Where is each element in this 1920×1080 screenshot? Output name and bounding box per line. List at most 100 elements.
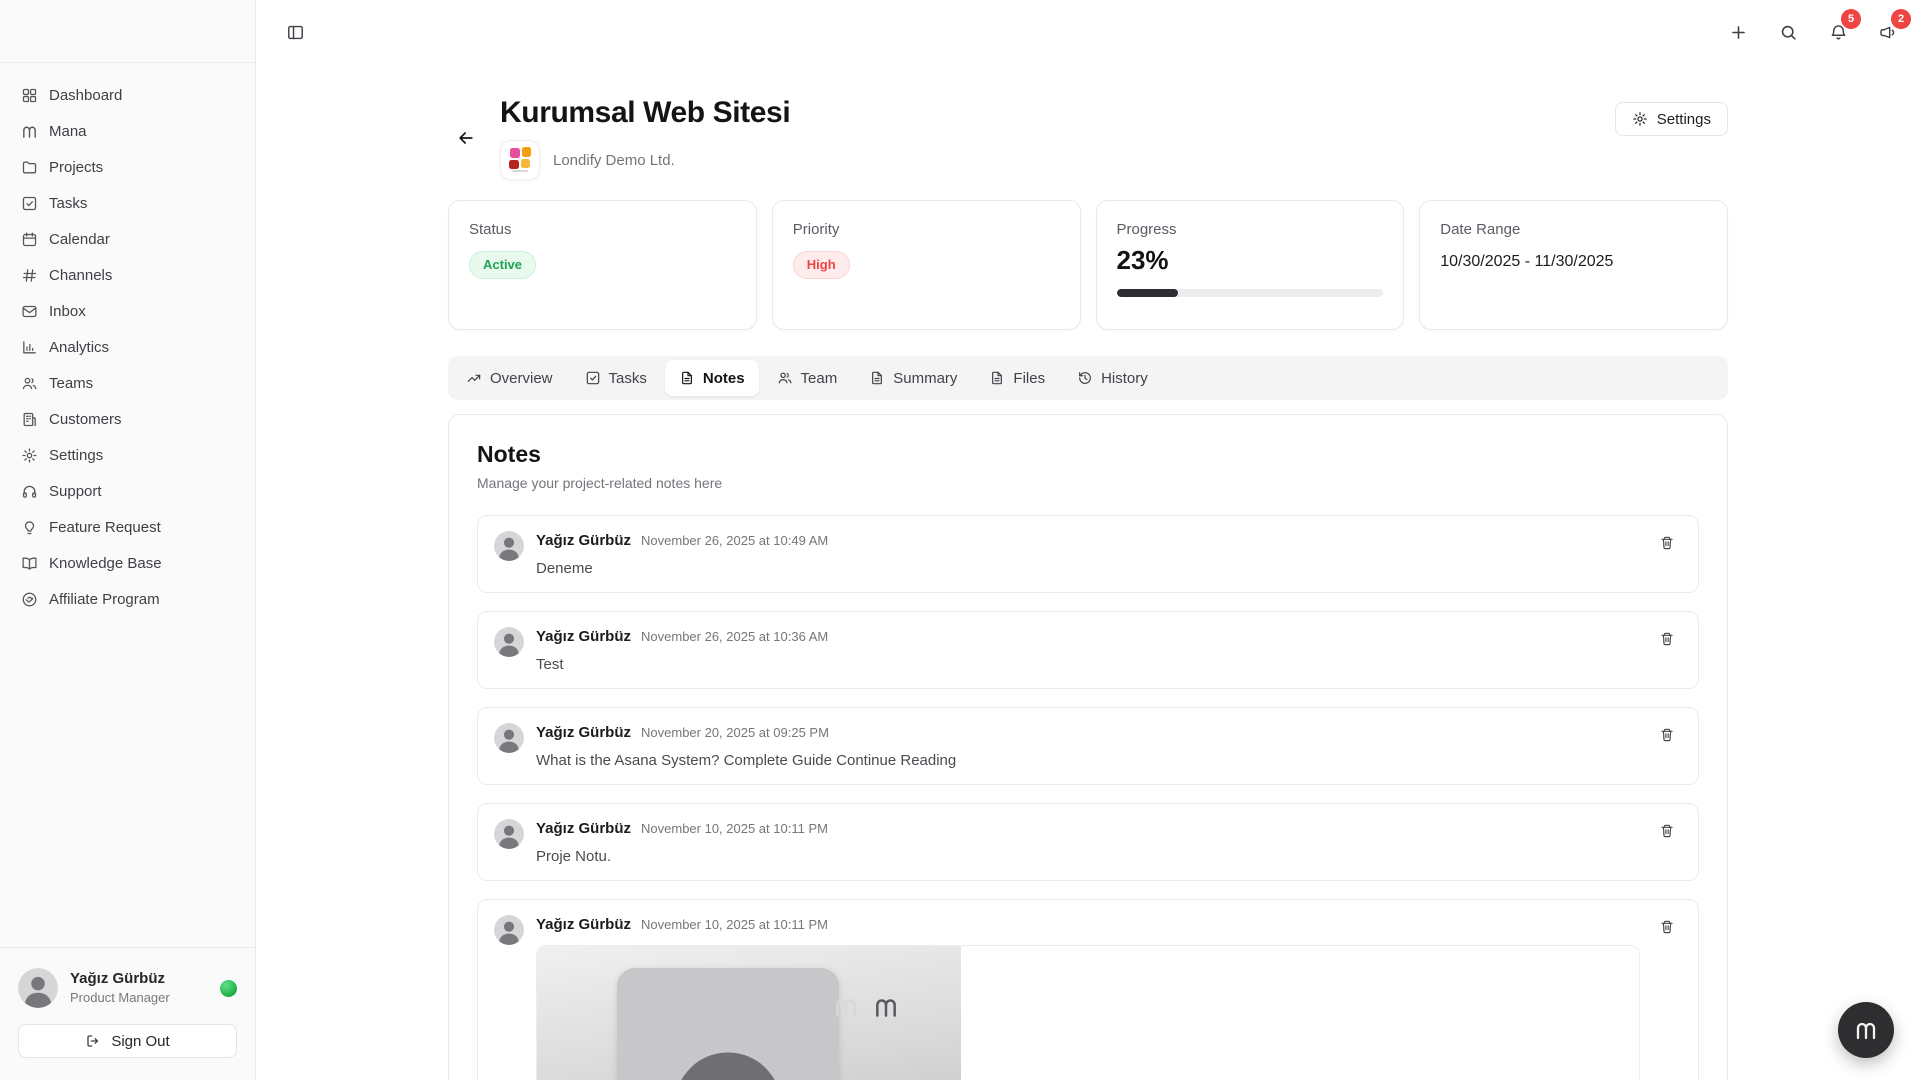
sidebar-item-tasks[interactable]: Tasks [12,185,243,221]
assistant-fab-button[interactable] [1838,1002,1894,1058]
note-image-attachment [536,945,1640,1080]
sidebar-item-feature-request[interactable]: Feature Request [12,509,243,545]
sidebar: Dashboard Mana Projects Tasks Calendar C… [0,0,256,1080]
notes-title: Notes [477,441,1699,468]
sidebar-item-affiliate-program[interactable]: Affiliate Program [12,581,243,617]
mana-logo-icon [1854,1018,1878,1042]
tab-label: Tasks [609,370,647,387]
note-card: Yağız Gürbüz November 26, 2025 at 10:36 … [477,611,1699,689]
notifications-button[interactable]: 5 [1826,20,1850,44]
delete-note-button[interactable] [1652,817,1682,847]
company-logo [500,140,540,180]
lightbulb-icon [21,519,38,536]
create-new-button[interactable] [1726,20,1750,44]
user-role: Product Manager [70,990,170,1006]
sidebar-item-inbox[interactable]: Inbox [12,293,243,329]
book-icon [21,555,38,572]
summary-cards: Status Active Priority High Progress 23% [448,200,1728,330]
sign-out-icon [85,1033,101,1049]
sidebar-item-calendar[interactable]: Calendar [12,221,243,257]
tab-team[interactable]: Team [763,360,852,396]
date-range-value: 10/30/2025 - 11/30/2025 [1440,253,1707,271]
main: 5 2 Kurumsal Web Sitesi [256,0,1920,1080]
sidebar-item-analytics[interactable]: Analytics [12,329,243,365]
trash-icon [1659,535,1675,551]
search-icon [1779,23,1798,42]
announcements-button[interactable]: 2 [1876,20,1900,44]
sidebar-user-area: Yağız Gürbüz Product Manager Sign Out [0,947,255,1080]
sidebar-item-label: Knowledge Base [49,555,162,572]
sidebar-logo-area [0,0,255,63]
sidebar-item-knowledge-base[interactable]: Knowledge Base [12,545,243,581]
note-timestamp: November 20, 2025 at 09:25 PM [641,725,829,740]
settings-button-label: Settings [1657,111,1711,128]
projects-icon [21,159,38,176]
tab-overview[interactable]: Overview [452,360,567,396]
tab-files[interactable]: Files [975,360,1059,396]
status-badge: Active [469,251,536,279]
users-icon [21,375,38,392]
user-name: Yağız Gürbüz [70,970,170,989]
handshake-icon [21,591,38,608]
tab-label: Files [1013,370,1045,387]
sign-out-label: Sign Out [111,1033,169,1050]
note-content: What is the Asana System? Complete Guide… [536,752,1640,769]
sidebar-item-mana[interactable]: Mana [12,113,243,149]
sidebar-item-label: Mana [49,123,87,140]
page-title: Kurumsal Web Sitesi [500,96,790,130]
trash-icon [1659,631,1675,647]
status-label: Status [469,221,736,238]
note-card: Yağız Gürbüz November 26, 2025 at 10:49 … [477,515,1699,593]
sidebar-item-label: Teams [49,375,93,392]
tab-notes[interactable]: Notes [665,360,759,396]
tab-summary[interactable]: Summary [855,360,971,396]
trending-up-icon [466,370,482,386]
sidebar-item-teams[interactable]: Teams [12,365,243,401]
note-card: Yağız Gürbüz November 20, 2025 at 09:25 … [477,707,1699,785]
file-text-icon [869,370,885,386]
delete-note-button[interactable] [1652,721,1682,751]
topbar: 5 2 [256,0,1920,64]
note-timestamp: November 26, 2025 at 10:36 AM [641,629,828,644]
sign-out-button[interactable]: Sign Out [18,1024,237,1058]
page-header: Kurumsal Web Sitesi Londify Demo Ltd. Se… [448,96,1728,180]
users-icon [777,370,793,386]
delete-note-button[interactable] [1652,529,1682,559]
delete-note-button[interactable] [1652,625,1682,655]
sidebar-item-projects[interactable]: Projects [12,149,243,185]
note-content: Test [536,656,1640,673]
note-author: Yağız Gürbüz [536,820,631,837]
gear-icon [1632,111,1648,127]
sidebar-toggle-button[interactable] [283,20,307,44]
sidebar-item-customers[interactable]: Customers [12,401,243,437]
sidebar-item-dashboard[interactable]: Dashboard [12,77,243,113]
notes-list: Yağız Gürbüz November 26, 2025 at 10:49 … [477,515,1699,1080]
sidebar-item-support[interactable]: Support [12,473,243,509]
avatar [494,915,524,945]
back-button[interactable] [448,120,484,156]
sidebar-item-label: Affiliate Program [49,591,160,608]
avatar [18,968,58,1008]
panel-left-icon [286,23,305,42]
note-author: Yağız Gürbüz [536,532,631,549]
note-card: Yağız Gürbüz November 10, 2025 at 10:11 … [477,803,1699,881]
content: Kurumsal Web Sitesi Londify Demo Ltd. Se… [256,64,1920,1080]
app: Dashboard Mana Projects Tasks Calendar C… [0,0,1920,1080]
project-settings-button[interactable]: Settings [1615,102,1728,136]
sidebar-item-label: Settings [49,447,103,464]
progress-card: Progress 23% [1096,200,1405,330]
sidebar-item-settings[interactable]: Settings [12,437,243,473]
note-timestamp: November 10, 2025 at 10:11 PM [641,917,828,932]
note-timestamp: November 10, 2025 at 10:11 PM [641,821,828,836]
tab-history[interactable]: History [1063,360,1162,396]
note-author: Yağız Gürbüz [536,724,631,741]
gear-icon [21,447,38,464]
avatar [494,819,524,849]
priority-label: Priority [793,221,1060,238]
sidebar-item-channels[interactable]: Channels [12,257,243,293]
progress-value: 23% [1117,245,1384,276]
search-button[interactable] [1776,20,1800,44]
tab-tasks[interactable]: Tasks [571,360,661,396]
building-icon [21,411,38,428]
delete-note-button[interactable] [1652,913,1682,943]
